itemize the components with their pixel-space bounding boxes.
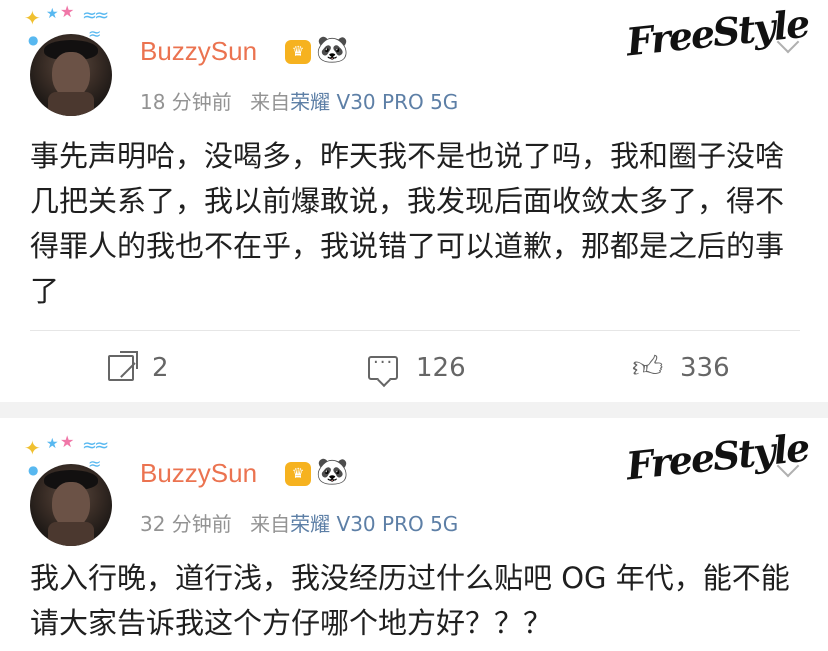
weibo-post: ✦ ★ ★ ≈≈ ≈ ● BuzzySun ♛ 🐼 18 分钟前 来自荣耀 V30 PRO…: [0, 0, 828, 402]
post-meta: 18 分钟前 来自荣耀 V30 PRO 5G: [140, 86, 458, 115]
username[interactable]: BuzzySun: [140, 458, 257, 489]
like-button[interactable]: 👍︎ 336: [632, 338, 730, 398]
crown-badge-icon[interactable]: ♛: [285, 40, 311, 64]
freestyle-badge[interactable]: FreeStyle: [624, 1, 810, 65]
comment-icon: [368, 352, 398, 380]
username[interactable]: BuzzySun: [140, 36, 257, 67]
weibo-post: ✦ ★ ★ ≈≈ ≈ ● BuzzySun ♛ 🐼 32 分钟前 来自荣耀 V30 PRO…: [0, 418, 828, 651]
repost-button[interactable]: 2: [108, 338, 169, 398]
avatar[interactable]: [30, 464, 112, 546]
post-meta: 32 分钟前 来自荣耀 V30 PRO 5G: [140, 508, 458, 537]
avatar[interactable]: [30, 34, 112, 116]
source-prefix: 来自: [250, 512, 291, 536]
freestyle-badge[interactable]: FreeStyle: [624, 425, 810, 489]
comment-count: 126: [416, 353, 466, 383]
post-actions: 2 126 👍︎ 336: [0, 338, 828, 398]
source-prefix: 来自: [250, 90, 291, 114]
post-content: 我入行晚，道行浅，我没经历过什么贴吧 OG 年代，能不能请大家告诉我这个方仔哪个…: [30, 561, 790, 640]
share-icon: [108, 351, 138, 381]
like-count: 336: [680, 353, 730, 383]
avatar-wrap[interactable]: ✦ ★ ★ ≈≈ ≈ ●: [24, 2, 118, 116]
panda-icon: 🐼: [316, 35, 349, 65]
repost-count: 2: [152, 353, 169, 383]
source-device[interactable]: 荣耀 V30 PRO 5G: [290, 90, 458, 114]
comment-button[interactable]: 126: [368, 338, 466, 398]
post-content: 事先声明哈，没喝多，昨天我不是也说了吗，我和圈子没啥几把关系了，我以前爆敢说，我…: [30, 139, 785, 308]
source-device[interactable]: 荣耀 V30 PRO 5G: [290, 512, 458, 536]
post-time: 18 分钟前: [140, 90, 232, 114]
post-time: 32 分钟前: [140, 512, 232, 536]
panda-icon: 🐼: [316, 457, 349, 487]
divider: [30, 330, 800, 331]
crown-badge-icon[interactable]: ♛: [285, 462, 311, 486]
post-separator: [0, 402, 828, 418]
avatar-wrap[interactable]: ✦ ★ ★ ≈≈ ≈ ●: [24, 432, 118, 546]
thumbs-up-icon: 👍︎: [632, 350, 664, 385]
